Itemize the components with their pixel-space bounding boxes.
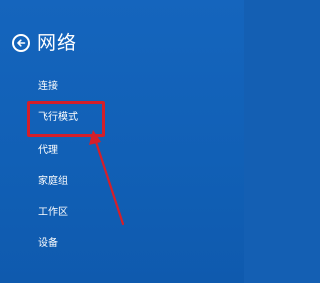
menu-item-connections[interactable]: 连接 (38, 80, 58, 94)
back-arrow-icon (17, 39, 26, 47)
highlight-box (27, 101, 105, 137)
menu-item-workplace[interactable]: 工作区 (38, 206, 68, 220)
menu-item-devices[interactable]: 设备 (38, 237, 58, 251)
network-settings-panel: 网络 连接 飞行模式 代理 家庭组 工作区 设备 (0, 0, 244, 283)
page-title: 网络 (37, 32, 78, 54)
menu-item-proxy[interactable]: 代理 (38, 144, 58, 158)
back-button[interactable] (12, 34, 30, 52)
header: 网络 (12, 30, 77, 56)
menu-item-homegroup[interactable]: 家庭组 (38, 175, 68, 189)
